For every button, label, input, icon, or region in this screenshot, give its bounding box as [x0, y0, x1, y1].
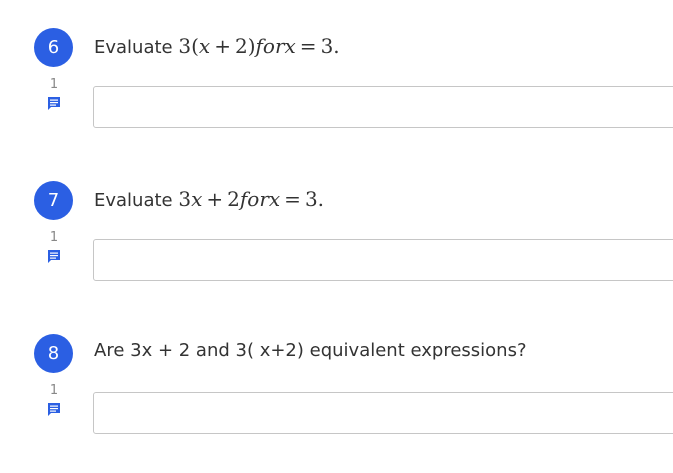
- answer-input[interactable]: [93, 392, 673, 434]
- question-number-badge: 7: [34, 181, 73, 220]
- comment-icon[interactable]: [47, 402, 61, 416]
- answer-input[interactable]: [93, 239, 673, 281]
- question-prompt: Evaluate 3(x + 2)forx = 3.: [94, 34, 340, 58]
- comment-count: 1: [49, 230, 59, 245]
- question-number-badge: 8: [34, 334, 73, 373]
- comment-icon[interactable]: [47, 249, 61, 263]
- prompt-math: 3x + 2forx = 3.: [178, 187, 325, 211]
- question-6: 6 1 Evaluate 3(x + 2)forx = 3.: [0, 0, 673, 140]
- comment-count: 1: [49, 383, 59, 398]
- question-number-badge: 6: [34, 28, 73, 67]
- prompt-prefix: Evaluate: [94, 37, 179, 58]
- prompt-math: 3(x + 2)forx = 3.: [178, 34, 340, 58]
- question-prompt: Evaluate 3x + 2forx = 3.: [94, 187, 324, 211]
- prompt-prefix: Evaluate: [94, 190, 179, 211]
- answer-input[interactable]: [93, 86, 673, 128]
- comment-count: 1: [49, 77, 59, 92]
- question-prompt: Are 3x + 2 and 3( x+2) equivalent expres…: [94, 340, 527, 361]
- comment-icon[interactable]: [47, 96, 61, 110]
- question-8: 8 1 Are 3x + 2 and 3( x+2) equivalent ex…: [0, 306, 673, 446]
- question-7: 7 1 Evaluate 3x + 2forx = 3.: [0, 153, 673, 293]
